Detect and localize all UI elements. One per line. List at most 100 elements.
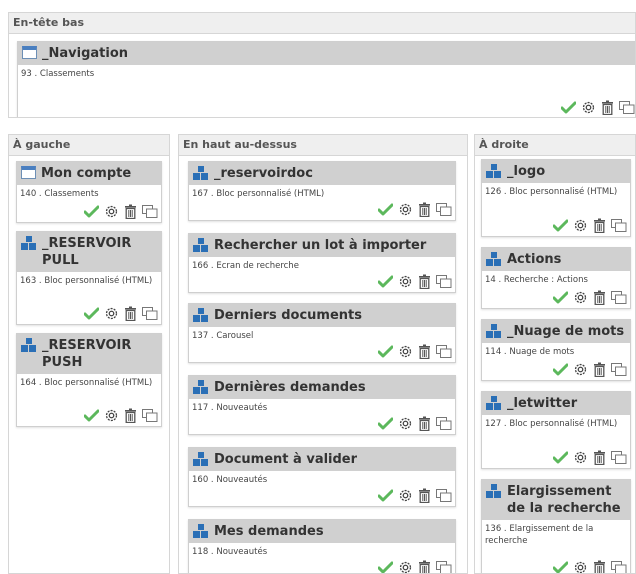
validate-icon[interactable] (378, 561, 393, 573)
delete-icon[interactable] (418, 560, 431, 573)
module-header[interactable]: Mon compte (17, 162, 161, 185)
zone-title: En-tête bas (9, 13, 635, 34)
duplicate-icon[interactable] (142, 409, 158, 422)
module-header[interactable]: Dernières demandes (189, 376, 455, 399)
validate-icon[interactable] (378, 489, 393, 502)
validate-icon[interactable] (378, 203, 393, 216)
module-card[interactable]: _letwitter 127 . Bloc personnalisé (HTML) (481, 391, 631, 469)
settings-icon[interactable] (398, 488, 413, 503)
delete-icon[interactable] (593, 218, 606, 233)
delete-icon[interactable] (418, 488, 431, 503)
settings-icon[interactable] (398, 202, 413, 217)
module-card[interactable]: _Navigation 93 . Classements (17, 41, 635, 117)
module-card[interactable]: _RESERVOIR PULL 163 . Bloc personnalisé (… (16, 231, 162, 325)
duplicate-icon[interactable] (436, 345, 452, 358)
module-header[interactable]: Derniers documents (189, 304, 455, 327)
validate-icon[interactable] (84, 409, 99, 422)
validate-icon[interactable] (553, 363, 568, 376)
module-header[interactable]: _logo (482, 160, 630, 183)
module-header[interactable]: _Nuage de mots (482, 320, 630, 343)
validate-icon[interactable] (561, 101, 576, 114)
duplicate-icon[interactable] (611, 451, 627, 464)
module-card[interactable]: Document à valider 160 . Nouveautés (188, 447, 456, 507)
delete-icon[interactable] (418, 344, 431, 359)
duplicate-icon[interactable] (619, 101, 635, 114)
delete-icon[interactable] (124, 408, 137, 423)
settings-icon[interactable] (104, 306, 119, 321)
module-card[interactable]: Elargissement de la recherche 136 . Elarg… (481, 479, 631, 573)
module-header[interactable]: _RESERVOIR PULL (17, 232, 161, 272)
module-card[interactable]: _reservoirdoc 167 . Bloc personnalisé (HT… (188, 161, 456, 221)
delete-icon[interactable] (124, 204, 137, 219)
validate-icon[interactable] (553, 291, 568, 304)
delete-icon[interactable] (593, 560, 606, 573)
validate-icon[interactable] (84, 307, 99, 320)
module-header[interactable]: _letwitter (482, 392, 630, 415)
module-description: 160 . Nouveautés (192, 475, 268, 485)
duplicate-icon[interactable] (611, 291, 627, 304)
module-header[interactable]: Document à valider (189, 448, 455, 471)
blocks-icon (193, 452, 209, 466)
settings-icon[interactable] (398, 560, 413, 573)
module-header[interactable]: Actions (482, 248, 630, 271)
delete-icon[interactable] (593, 362, 606, 377)
validate-icon[interactable] (378, 417, 393, 430)
validate-icon[interactable] (378, 345, 393, 358)
validate-icon[interactable] (553, 561, 568, 573)
blocks-icon (21, 338, 37, 352)
validate-icon[interactable] (378, 275, 393, 288)
module-header[interactable]: _reservoirdoc (189, 162, 455, 185)
settings-icon[interactable] (573, 560, 588, 573)
duplicate-icon[interactable] (611, 219, 627, 232)
module-card[interactable]: _Nuage de mots 114 . Nuage de mots (481, 319, 631, 381)
delete-icon[interactable] (601, 100, 614, 115)
module-title: Derniers documents (214, 308, 362, 323)
delete-icon[interactable] (418, 274, 431, 289)
validate-icon[interactable] (553, 451, 568, 464)
settings-icon[interactable] (573, 290, 588, 305)
settings-icon[interactable] (573, 362, 588, 377)
duplicate-icon[interactable] (611, 363, 627, 376)
delete-icon[interactable] (418, 416, 431, 431)
module-title: _RESERVOIR PULL (42, 236, 132, 268)
duplicate-icon[interactable] (142, 307, 158, 320)
delete-icon[interactable] (593, 290, 606, 305)
duplicate-icon[interactable] (436, 203, 452, 216)
delete-icon[interactable] (124, 306, 137, 321)
settings-icon[interactable] (398, 416, 413, 431)
delete-icon[interactable] (418, 202, 431, 217)
module-header[interactable]: Elargissement de la recherche (482, 480, 630, 520)
module-card[interactable]: Derniers documents 137 . Carousel (188, 303, 456, 363)
module-description: 114 . Nuage de mots (485, 347, 575, 357)
duplicate-icon[interactable] (611, 561, 627, 573)
settings-icon[interactable] (398, 344, 413, 359)
duplicate-icon[interactable] (436, 275, 452, 288)
settings-icon[interactable] (398, 274, 413, 289)
module-description: 126 . Bloc personnalisé (HTML) (485, 187, 618, 197)
settings-icon[interactable] (104, 408, 119, 423)
validate-icon[interactable] (553, 219, 568, 232)
module-card[interactable]: _RESERVOIR PUSH 164 . Bloc personnalisé (… (16, 333, 162, 427)
settings-icon[interactable] (573, 450, 588, 465)
module-card[interactable]: Actions 14 . Recherche : Actions (481, 247, 631, 309)
module-header[interactable]: Rechercher un lot à importer (189, 234, 455, 257)
delete-icon[interactable] (593, 450, 606, 465)
module-header[interactable]: Mes demandes (189, 520, 455, 543)
duplicate-icon[interactable] (142, 205, 158, 218)
module-description: 140 . Classements (20, 189, 99, 199)
module-card[interactable]: _logo 126 . Bloc personnalisé (HTML) (481, 159, 631, 237)
module-card[interactable]: Rechercher un lot à importer 166 . Ecran … (188, 233, 456, 293)
blocks-icon (486, 324, 502, 338)
settings-icon[interactable] (581, 100, 596, 115)
module-header[interactable]: _Navigation (18, 42, 635, 65)
validate-icon[interactable] (84, 205, 99, 218)
module-card[interactable]: Mon compte 140 . Classements (16, 161, 162, 223)
duplicate-icon[interactable] (436, 561, 452, 573)
duplicate-icon[interactable] (436, 489, 452, 502)
module-card[interactable]: Mes demandes 118 . Nouveautés (188, 519, 456, 573)
module-header[interactable]: _RESERVOIR PUSH (17, 334, 161, 374)
module-card[interactable]: Dernières demandes 117 . Nouveautés (188, 375, 456, 435)
duplicate-icon[interactable] (436, 417, 452, 430)
settings-icon[interactable] (104, 204, 119, 219)
settings-icon[interactable] (573, 218, 588, 233)
